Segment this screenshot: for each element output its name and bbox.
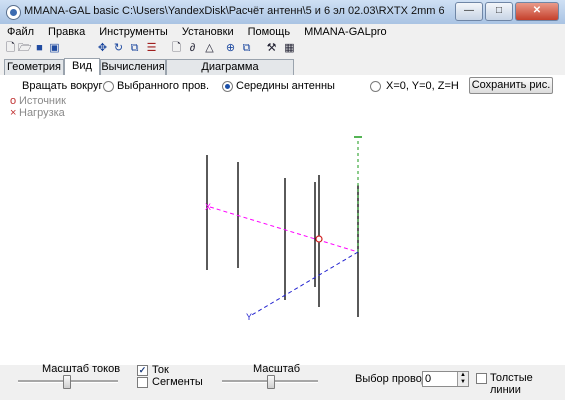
- app-window: MMANA-GAL basic C:\Users\YandexDisk\Расч…: [0, 0, 565, 400]
- curve-icon[interactable]: ∂: [186, 42, 199, 55]
- bottom-controls: Масштаб токов ✓ Ток Сегменты Масштаб Выб…: [0, 363, 565, 400]
- tab-calculations[interactable]: Вычисления: [100, 59, 166, 75]
- y-axis: [249, 251, 359, 317]
- menu-edit[interactable]: Правка: [41, 24, 92, 40]
- copy-icon[interactable]: ⧉: [128, 42, 141, 55]
- menu-tools[interactable]: Инструменты: [92, 24, 175, 40]
- x-axis-label: X: [205, 202, 211, 212]
- tab-view[interactable]: Вид: [64, 58, 100, 76]
- menu-help[interactable]: Помощь: [241, 24, 298, 40]
- toolbar: 🗋 🗁 ■ ▣ ✥ ↻ ⧉ ☰ 🗋 ∂ △ ⊕ ⧉ ⚒ ▦: [0, 40, 565, 58]
- open-file-icon[interactable]: 🗁: [18, 42, 32, 55]
- y-axis-label: Y: [246, 312, 252, 322]
- tools-icon[interactable]: ⚒: [265, 42, 278, 55]
- antenna-view-canvas[interactable]: X Y: [0, 75, 565, 365]
- menu-settings[interactable]: Установки: [175, 24, 241, 40]
- menu-bar: Файл Правка Инструменты Установки Помощь…: [0, 24, 565, 40]
- spin-arrows-icon[interactable]: ▲ ▼: [457, 372, 468, 386]
- close-button[interactable]: ✕: [515, 2, 559, 21]
- segments-checkbox[interactable]: [137, 377, 148, 388]
- maximize-button[interactable]: □: [485, 2, 513, 21]
- target-icon[interactable]: ⊕: [224, 42, 237, 55]
- save-as-icon[interactable]: ▣: [48, 42, 61, 55]
- rotate-icon[interactable]: ↻: [112, 42, 125, 55]
- move-icon[interactable]: ✥: [96, 42, 109, 55]
- current-scale-slider[interactable]: [63, 375, 71, 389]
- scale-label: Масштаб: [253, 363, 301, 375]
- segments-checkbox-label: Сегменты: [152, 376, 203, 388]
- sheet-icon[interactable]: 🗋: [170, 42, 183, 55]
- new-file-icon[interactable]: 🗋: [4, 42, 17, 55]
- title-bar: MMANA-GAL basic C:\Users\YandexDisk\Расч…: [0, 0, 565, 25]
- wire-select-spinbox[interactable]: 0 ▲ ▼: [422, 371, 469, 387]
- menu-pro[interactable]: MMANA-GALpro: [297, 24, 394, 40]
- thick-lines-label: Толстые линии: [490, 372, 533, 396]
- window-title: MMANA-GAL basic C:\Users\YandexDisk\Расч…: [24, 5, 444, 17]
- app-logo-icon: [6, 5, 21, 20]
- wire-select-value: 0: [425, 373, 432, 385]
- source-marker: [315, 235, 323, 243]
- thick-lines-checkbox[interactable]: [476, 373, 487, 384]
- tab-bar: Геометрия Вид Вычисления Диаграмма напра…: [0, 58, 565, 88]
- save-icon[interactable]: ■: [33, 42, 46, 55]
- menu-file[interactable]: Файл: [0, 24, 41, 40]
- tab-radiation-pattern[interactable]: Диаграмма направленности: [166, 59, 294, 88]
- tab-geometry[interactable]: Геометрия: [4, 59, 64, 75]
- triangle-icon[interactable]: △: [203, 42, 216, 55]
- window-controls: — □ ✕: [455, 2, 559, 21]
- scale-slider[interactable]: [267, 375, 275, 389]
- view-panel: Вращать вокруг : Выбранного пров. Середи…: [0, 75, 565, 365]
- split-wire-icon[interactable]: ☰: [145, 42, 158, 55]
- current-scale-label: Масштаб токов: [42, 363, 121, 375]
- current-checkbox-label: Ток: [152, 364, 169, 376]
- current-checkbox[interactable]: ✓: [137, 365, 148, 376]
- calculator-icon[interactable]: ▦: [283, 42, 296, 55]
- x-axis: [209, 206, 359, 253]
- copy-multiple-icon[interactable]: ⧉: [240, 42, 253, 55]
- minimize-button[interactable]: —: [455, 2, 483, 21]
